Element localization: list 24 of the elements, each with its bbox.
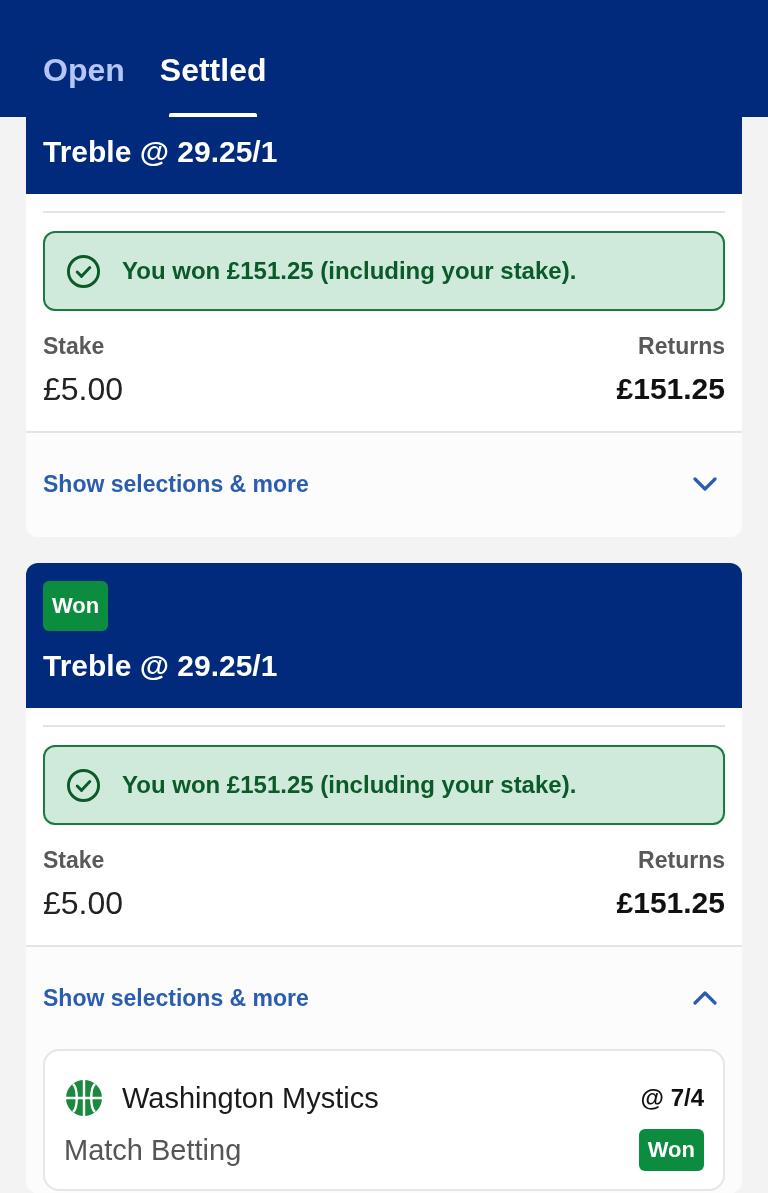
- stake-label: Stake: [43, 846, 106, 874]
- returns-label: Returns: [638, 332, 725, 360]
- returns-label: Returns: [638, 846, 725, 874]
- stake-value: £5.00: [43, 370, 124, 409]
- selection-odds: @ 7/4: [640, 1084, 704, 1112]
- result-badge: Won: [638, 1129, 704, 1171]
- market-name: Match Betting: [64, 1133, 242, 1167]
- win-message: You won £151.25 (including your stake).: [122, 771, 577, 799]
- returns-value: £151.25: [616, 371, 725, 407]
- bet-title: Treble @ 29.25/1: [43, 135, 278, 169]
- stake-value: £5.00: [43, 884, 124, 923]
- show-selections-toggle[interactable]: Show selections & more: [43, 947, 725, 1049]
- show-selections-toggle[interactable]: Show selections & more: [43, 433, 725, 535]
- tab[interactable]: Settled: [159, 40, 267, 117]
- returns-value: £151.25: [616, 885, 725, 921]
- selection-name: Washington Mystics: [122, 1081, 379, 1115]
- tab[interactable]: Open: [43, 40, 125, 117]
- stake-label: Stake: [43, 332, 106, 360]
- check-circle-icon: [66, 767, 101, 803]
- basketball-icon: [66, 1080, 102, 1116]
- status-badge: Won: [43, 581, 109, 631]
- check-circle-icon: [66, 253, 101, 289]
- win-message: You won £151.25 (including your stake).: [122, 257, 577, 285]
- bet-title: Treble @ 29.25/1: [43, 649, 278, 683]
